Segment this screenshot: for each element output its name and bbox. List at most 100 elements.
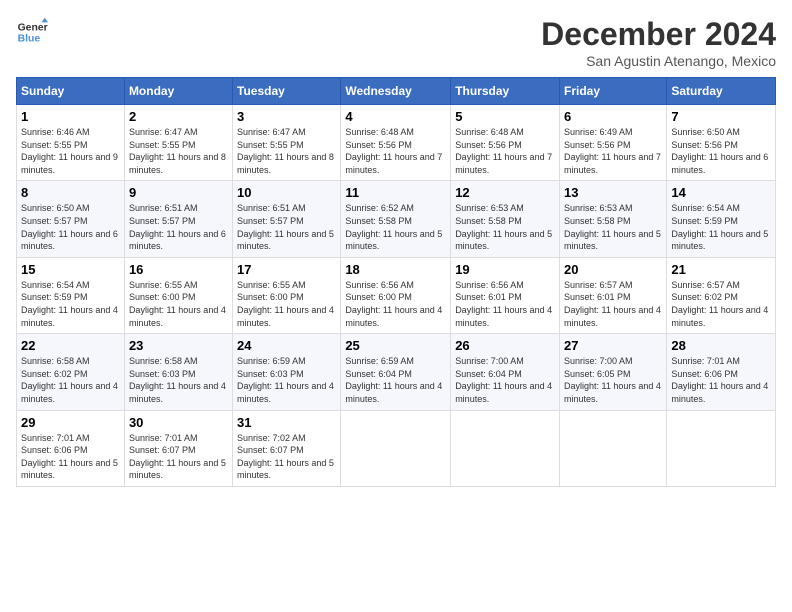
sunrise-label: Sunrise: 6:53 AM xyxy=(455,203,524,213)
sunset-label: Sunset: 6:05 PM xyxy=(564,369,631,379)
daylight-label: Daylight: 11 hours and 5 minutes. xyxy=(237,458,334,481)
day-number: 17 xyxy=(237,262,336,277)
day-number: 3 xyxy=(237,109,336,124)
day-number: 4 xyxy=(345,109,446,124)
daylight-label: Daylight: 11 hours and 4 minutes. xyxy=(237,381,334,404)
daylight-label: Daylight: 11 hours and 8 minutes. xyxy=(237,152,334,175)
day-number: 10 xyxy=(237,185,336,200)
calendar-cell: 13 Sunrise: 6:53 AM Sunset: 5:58 PM Dayl… xyxy=(560,181,667,257)
day-info: Sunrise: 7:02 AM Sunset: 6:07 PM Dayligh… xyxy=(237,432,336,482)
daylight-label: Daylight: 11 hours and 4 minutes. xyxy=(345,305,442,328)
calendar-cell: 30 Sunrise: 7:01 AM Sunset: 6:07 PM Dayl… xyxy=(124,410,232,486)
calendar-cell: 16 Sunrise: 6:55 AM Sunset: 6:00 PM Dayl… xyxy=(124,257,232,333)
calendar-cell: 8 Sunrise: 6:50 AM Sunset: 5:57 PM Dayli… xyxy=(17,181,125,257)
sunset-label: Sunset: 6:01 PM xyxy=(455,292,522,302)
daylight-label: Daylight: 11 hours and 7 minutes. xyxy=(455,152,552,175)
sunrise-label: Sunrise: 6:47 AM xyxy=(129,127,198,137)
daylight-label: Daylight: 11 hours and 4 minutes. xyxy=(671,381,768,404)
day-info: Sunrise: 7:01 AM Sunset: 6:07 PM Dayligh… xyxy=(129,432,228,482)
day-info: Sunrise: 6:50 AM Sunset: 5:56 PM Dayligh… xyxy=(671,126,771,176)
calendar-cell: 1 Sunrise: 6:46 AM Sunset: 5:55 PM Dayli… xyxy=(17,105,125,181)
day-number: 31 xyxy=(237,415,336,430)
daylight-label: Daylight: 11 hours and 7 minutes. xyxy=(345,152,442,175)
page-header: General Blue December 2024 San Agustin A… xyxy=(16,16,776,69)
day-number: 2 xyxy=(129,109,228,124)
sunset-label: Sunset: 5:58 PM xyxy=(345,216,412,226)
sunrise-label: Sunrise: 6:57 AM xyxy=(671,280,740,290)
sunset-label: Sunset: 5:57 PM xyxy=(21,216,88,226)
sunrise-label: Sunrise: 6:54 AM xyxy=(671,203,740,213)
sunset-label: Sunset: 6:01 PM xyxy=(564,292,631,302)
day-number: 28 xyxy=(671,338,771,353)
day-info: Sunrise: 7:01 AM Sunset: 6:06 PM Dayligh… xyxy=(21,432,120,482)
sunrise-label: Sunrise: 7:00 AM xyxy=(455,356,524,366)
daylight-label: Daylight: 11 hours and 5 minutes. xyxy=(564,229,661,252)
calendar-cell: 26 Sunrise: 7:00 AM Sunset: 6:04 PM Dayl… xyxy=(451,334,560,410)
calendar-cell: 28 Sunrise: 7:01 AM Sunset: 6:06 PM Dayl… xyxy=(667,334,776,410)
day-number: 16 xyxy=(129,262,228,277)
calendar-cell: 31 Sunrise: 7:02 AM Sunset: 6:07 PM Dayl… xyxy=(233,410,341,486)
svg-text:General: General xyxy=(18,22,48,33)
title-block: December 2024 San Agustin Atenango, Mexi… xyxy=(541,16,776,69)
calendar-cell: 4 Sunrise: 6:48 AM Sunset: 5:56 PM Dayli… xyxy=(341,105,451,181)
logo-icon: General Blue xyxy=(16,16,48,48)
daylight-label: Daylight: 11 hours and 4 minutes. xyxy=(345,381,442,404)
calendar-cell xyxy=(667,410,776,486)
sunset-label: Sunset: 6:03 PM xyxy=(237,369,304,379)
day-info: Sunrise: 6:53 AM Sunset: 5:58 PM Dayligh… xyxy=(455,202,555,252)
sunrise-label: Sunrise: 6:57 AM xyxy=(564,280,633,290)
daylight-label: Daylight: 11 hours and 6 minutes. xyxy=(671,152,768,175)
day-info: Sunrise: 6:47 AM Sunset: 5:55 PM Dayligh… xyxy=(237,126,336,176)
day-number: 25 xyxy=(345,338,446,353)
calendar-cell: 25 Sunrise: 6:59 AM Sunset: 6:04 PM Dayl… xyxy=(341,334,451,410)
sunset-label: Sunset: 5:59 PM xyxy=(21,292,88,302)
sunset-label: Sunset: 6:00 PM xyxy=(345,292,412,302)
sunset-label: Sunset: 5:55 PM xyxy=(129,140,196,150)
day-number: 22 xyxy=(21,338,120,353)
daylight-label: Daylight: 11 hours and 4 minutes. xyxy=(129,305,226,328)
sunrise-label: Sunrise: 7:01 AM xyxy=(129,433,198,443)
daylight-label: Daylight: 11 hours and 6 minutes. xyxy=(129,229,226,252)
calendar-cell: 15 Sunrise: 6:54 AM Sunset: 5:59 PM Dayl… xyxy=(17,257,125,333)
calendar-cell: 21 Sunrise: 6:57 AM Sunset: 6:02 PM Dayl… xyxy=(667,257,776,333)
day-info: Sunrise: 7:00 AM Sunset: 6:04 PM Dayligh… xyxy=(455,355,555,405)
day-info: Sunrise: 6:52 AM Sunset: 5:58 PM Dayligh… xyxy=(345,202,446,252)
sunrise-label: Sunrise: 6:55 AM xyxy=(129,280,198,290)
sunset-label: Sunset: 5:56 PM xyxy=(671,140,738,150)
calendar-cell: 2 Sunrise: 6:47 AM Sunset: 5:55 PM Dayli… xyxy=(124,105,232,181)
header-sunday: Sunday xyxy=(17,78,125,105)
sunrise-label: Sunrise: 7:01 AM xyxy=(21,433,90,443)
calendar-cell: 7 Sunrise: 6:50 AM Sunset: 5:56 PM Dayli… xyxy=(667,105,776,181)
day-info: Sunrise: 6:55 AM Sunset: 6:00 PM Dayligh… xyxy=(129,279,228,329)
month-title: December 2024 xyxy=(541,16,776,53)
daylight-label: Daylight: 11 hours and 4 minutes. xyxy=(237,305,334,328)
daylight-label: Daylight: 11 hours and 6 minutes. xyxy=(21,229,118,252)
calendar-header-row: SundayMondayTuesdayWednesdayThursdayFrid… xyxy=(17,78,776,105)
calendar-cell: 24 Sunrise: 6:59 AM Sunset: 6:03 PM Dayl… xyxy=(233,334,341,410)
sunrise-label: Sunrise: 6:52 AM xyxy=(345,203,414,213)
calendar-cell: 12 Sunrise: 6:53 AM Sunset: 5:58 PM Dayl… xyxy=(451,181,560,257)
calendar-cell: 14 Sunrise: 6:54 AM Sunset: 5:59 PM Dayl… xyxy=(667,181,776,257)
calendar-cell: 27 Sunrise: 7:00 AM Sunset: 6:05 PM Dayl… xyxy=(560,334,667,410)
calendar-cell xyxy=(560,410,667,486)
day-info: Sunrise: 6:57 AM Sunset: 6:01 PM Dayligh… xyxy=(564,279,662,329)
day-info: Sunrise: 6:53 AM Sunset: 5:58 PM Dayligh… xyxy=(564,202,662,252)
day-info: Sunrise: 6:54 AM Sunset: 5:59 PM Dayligh… xyxy=(21,279,120,329)
sunset-label: Sunset: 5:58 PM xyxy=(564,216,631,226)
day-info: Sunrise: 6:47 AM Sunset: 5:55 PM Dayligh… xyxy=(129,126,228,176)
calendar-week-row: 1 Sunrise: 6:46 AM Sunset: 5:55 PM Dayli… xyxy=(17,105,776,181)
calendar-cell: 6 Sunrise: 6:49 AM Sunset: 5:56 PM Dayli… xyxy=(560,105,667,181)
calendar-week-row: 8 Sunrise: 6:50 AM Sunset: 5:57 PM Dayli… xyxy=(17,181,776,257)
sunset-label: Sunset: 6:02 PM xyxy=(671,292,738,302)
sunset-label: Sunset: 6:06 PM xyxy=(21,445,88,455)
daylight-label: Daylight: 11 hours and 4 minutes. xyxy=(129,381,226,404)
sunrise-label: Sunrise: 6:48 AM xyxy=(345,127,414,137)
daylight-label: Daylight: 11 hours and 5 minutes. xyxy=(345,229,442,252)
day-info: Sunrise: 6:55 AM Sunset: 6:00 PM Dayligh… xyxy=(237,279,336,329)
day-info: Sunrise: 6:59 AM Sunset: 6:03 PM Dayligh… xyxy=(237,355,336,405)
daylight-label: Daylight: 11 hours and 9 minutes. xyxy=(21,152,118,175)
header-friday: Friday xyxy=(560,78,667,105)
sunset-label: Sunset: 5:56 PM xyxy=(564,140,631,150)
daylight-label: Daylight: 11 hours and 4 minutes. xyxy=(21,381,118,404)
day-info: Sunrise: 6:50 AM Sunset: 5:57 PM Dayligh… xyxy=(21,202,120,252)
